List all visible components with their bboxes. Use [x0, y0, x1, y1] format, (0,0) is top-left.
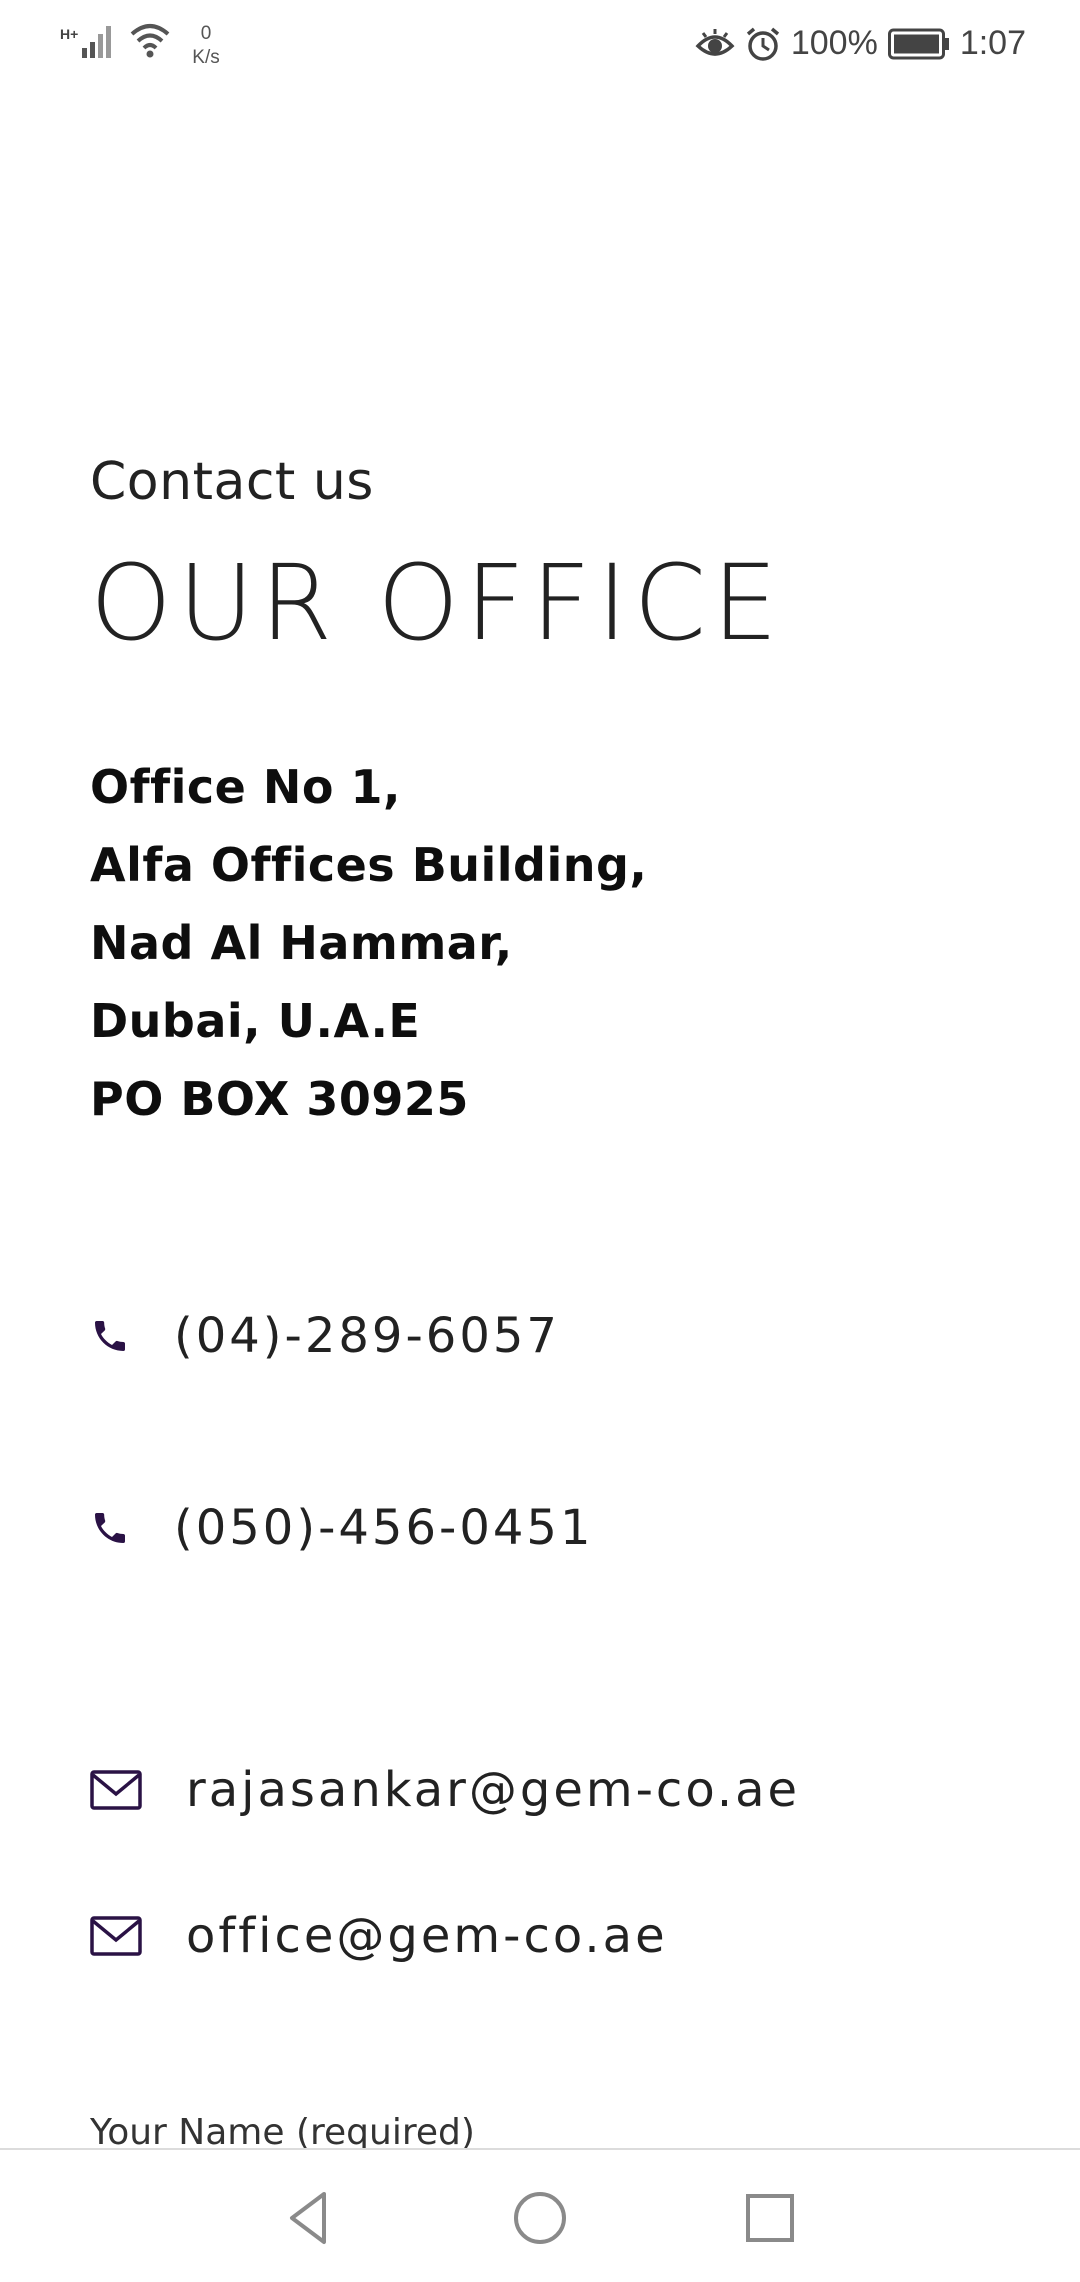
status-bar: H+ 0 K/s 100% 1:07	[0, 0, 1080, 90]
envelope-icon	[90, 1916, 142, 1956]
address-line: Dubai, U.A.E	[90, 994, 421, 1048]
battery-icon	[887, 28, 949, 59]
network-type-icon: H+	[60, 26, 79, 42]
contact-us-label: Contact us	[90, 452, 374, 512]
net-speed-value: 0	[200, 23, 212, 44]
office-address: Office No 1, Alfa Offices Building, Nad …	[90, 748, 647, 1138]
signal-icon	[82, 26, 112, 58]
phone-link-1[interactable]: (04)-289-6057	[90, 1308, 560, 1364]
phone-icon	[95, 1321, 125, 1351]
net-speed-unit: K/s	[192, 47, 220, 68]
your-name-label: Your Name (required)	[90, 2112, 475, 2153]
status-right: 100% 1:07	[695, 24, 1026, 63]
email-link-2[interactable]: office@gem-co.ae	[90, 1908, 668, 1964]
address-line: Alfa Offices Building,	[90, 838, 648, 892]
address-line: Office No 1,	[90, 760, 401, 814]
recents-square-icon[interactable]	[738, 2186, 802, 2250]
address-line: PO BOX 30925	[90, 1072, 469, 1126]
phone-link-2[interactable]: (050)-456-0451	[90, 1500, 593, 1556]
wifi-icon	[130, 24, 170, 58]
phone-number[interactable]: (04)-289-6057	[174, 1308, 560, 1364]
email-address[interactable]: rajasankar@gem-co.ae	[186, 1762, 800, 1818]
phone-number[interactable]: (050)-456-0451	[174, 1500, 593, 1556]
phone-icon	[95, 1513, 125, 1543]
our-office-heading: OUR OFFICE	[90, 542, 784, 664]
status-left: H+ 0 K/s	[60, 22, 220, 70]
back-triangle-icon[interactable]	[278, 2186, 342, 2250]
net-speed: 0 K/s	[192, 22, 219, 70]
home-circle-icon[interactable]	[508, 2186, 572, 2250]
envelope-icon	[90, 1770, 142, 1810]
clock-time: 1:07	[959, 24, 1026, 62]
email-address[interactable]: office@gem-co.ae	[186, 1908, 668, 1964]
address-line: Nad Al Hammar,	[90, 916, 513, 970]
battery-percent: 100%	[790, 24, 878, 62]
email-link-1[interactable]: rajasankar@gem-co.ae	[90, 1762, 800, 1818]
eye-comfort-icon	[695, 28, 735, 56]
alarm-icon	[746, 27, 779, 61]
system-nav-bar	[0, 2148, 1080, 2282]
